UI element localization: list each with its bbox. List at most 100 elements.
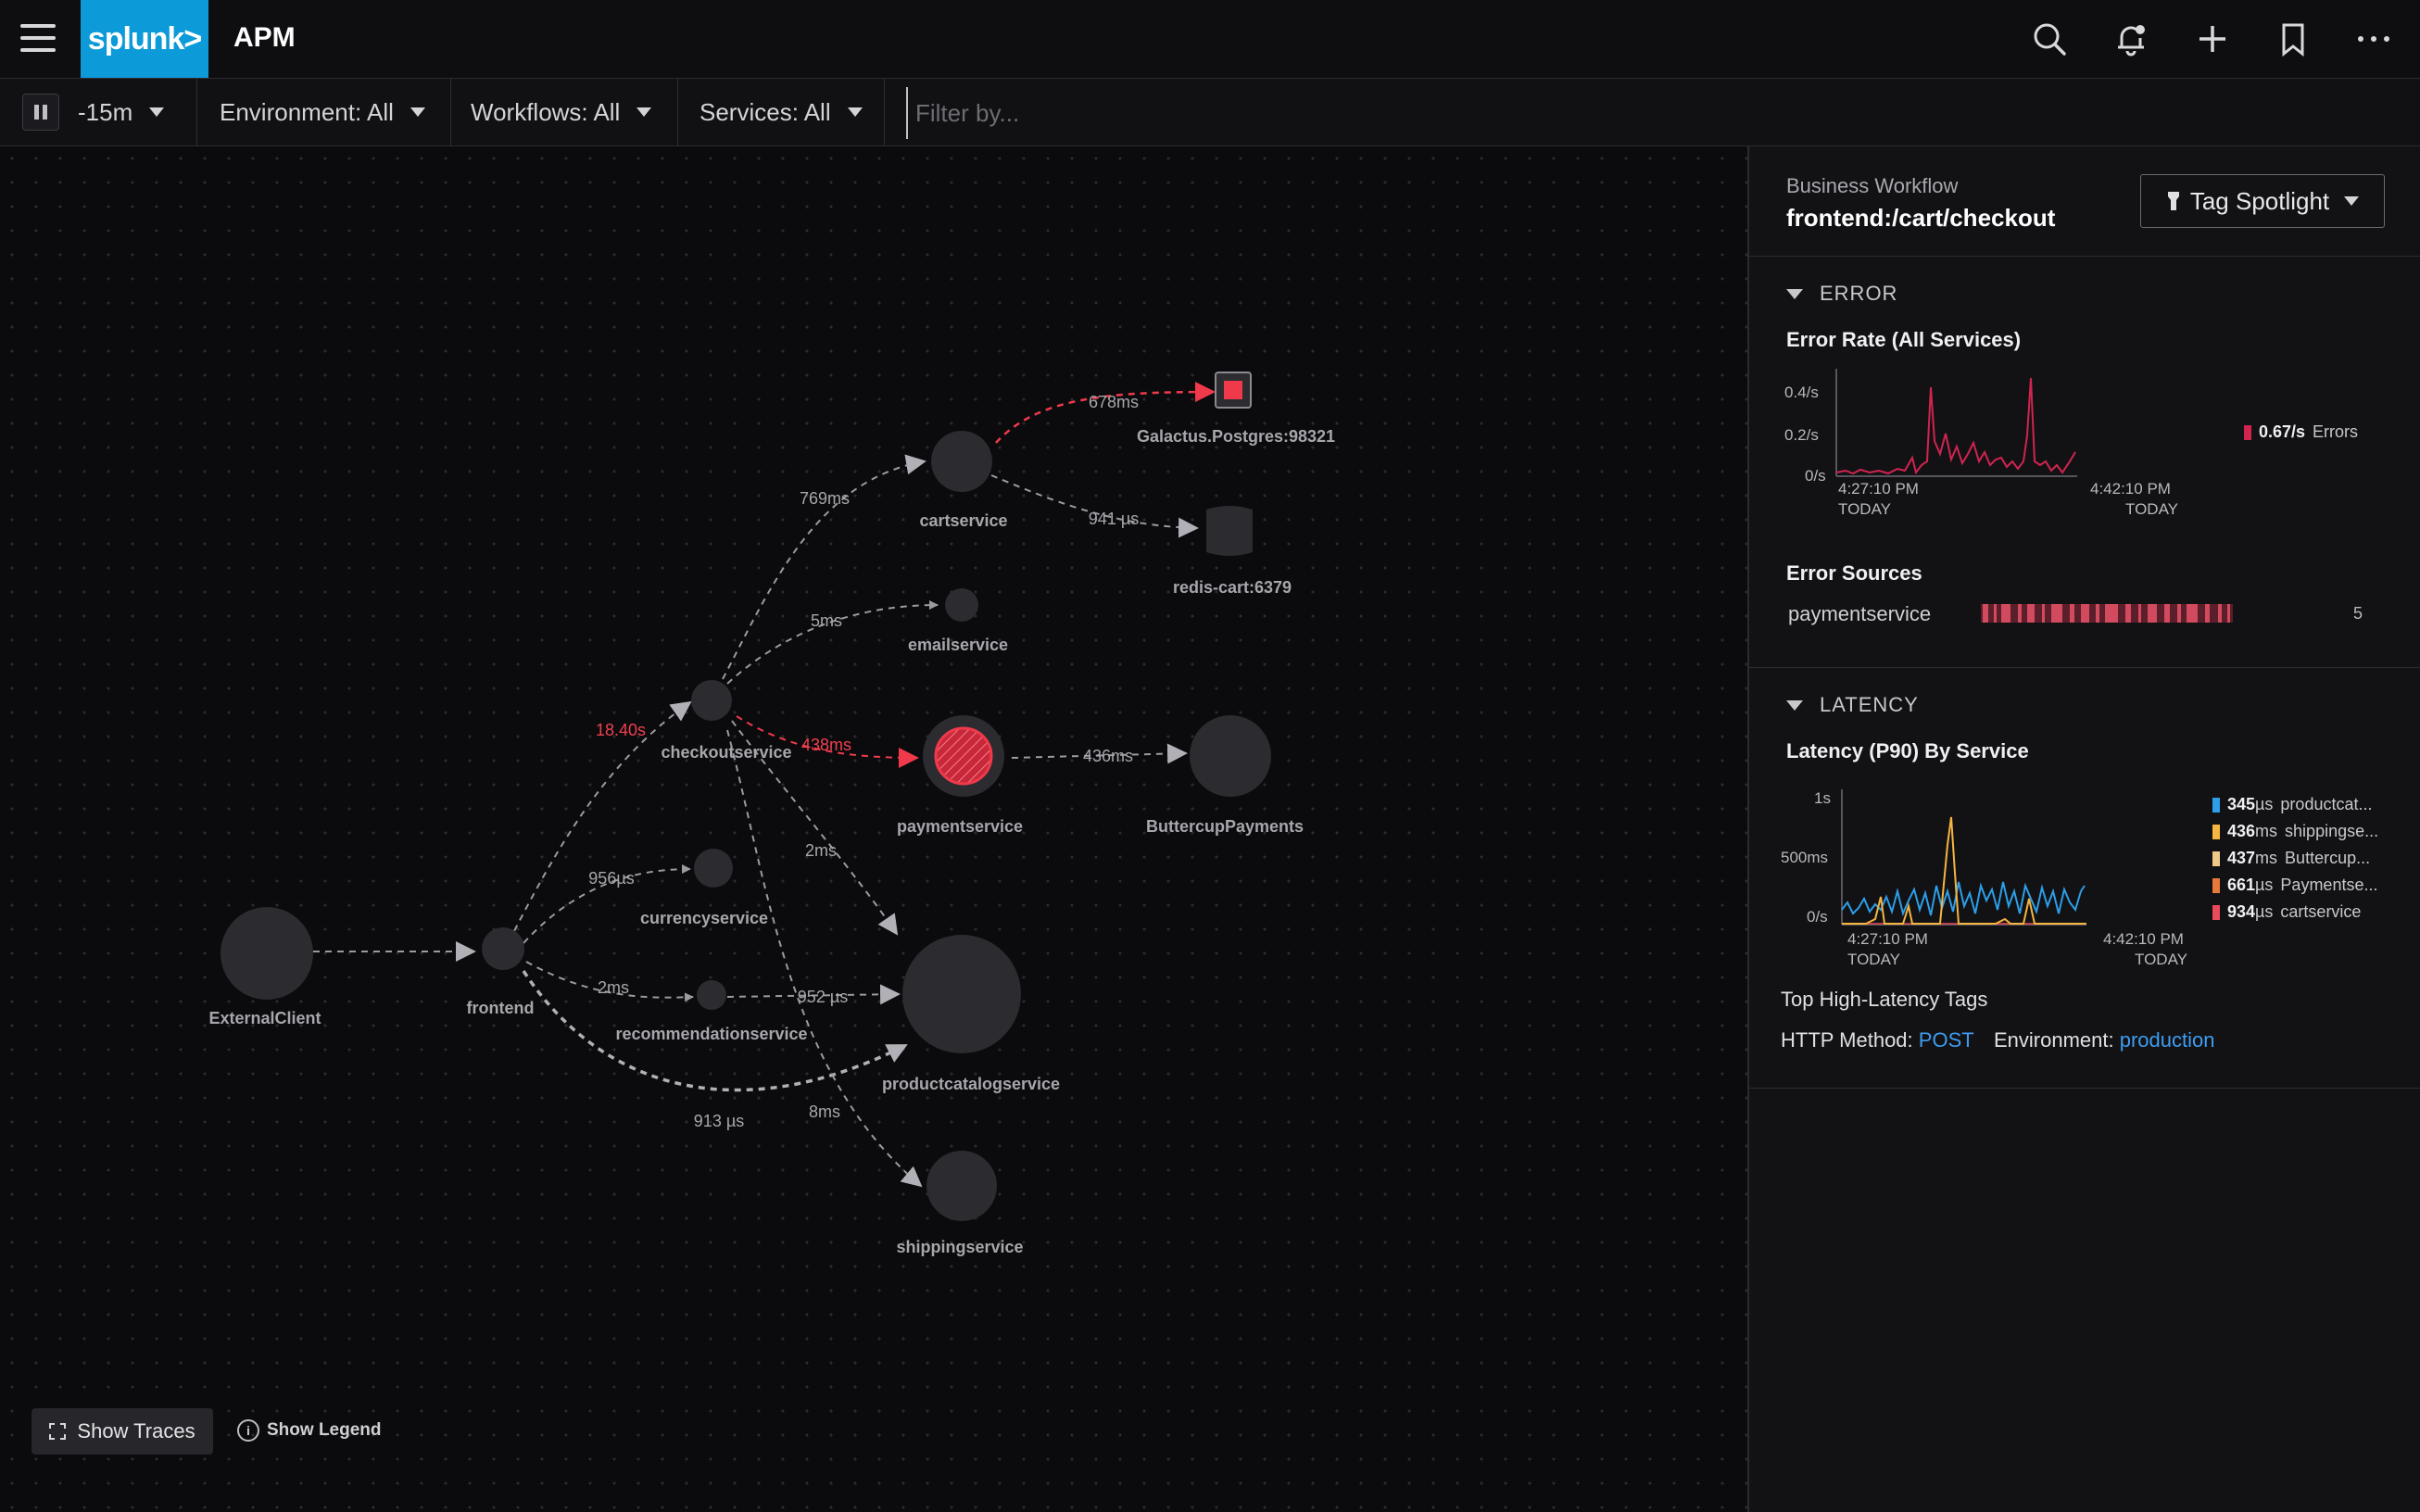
services-label: Services: All: [700, 97, 831, 126]
edge-label-frontend-recommendation: 2ms: [598, 978, 629, 997]
node-productcatalogservice[interactable]: [902, 935, 1021, 1053]
node-redis[interactable]: [1206, 506, 1253, 556]
workflow-label: Business Workflow: [1786, 174, 1959, 197]
error-y-tick: 0/s: [1805, 467, 1826, 485]
node-label-emailservice: emailservice: [908, 636, 1008, 654]
section-divider: [1749, 667, 2420, 668]
tag-http-method[interactable]: HTTP Method: POST: [1781, 1028, 1974, 1052]
legend-unit: µs: [2255, 902, 2274, 921]
node-externalclient[interactable]: [221, 907, 313, 1000]
splunk-logo[interactable]: splunk>: [81, 0, 208, 78]
edge-label-frontend-catalog: 913 µs: [694, 1112, 744, 1130]
chevron-down-icon: [847, 107, 863, 117]
error-heading: ERROR: [1820, 282, 1898, 305]
error-rate-chart[interactable]: [1833, 369, 2083, 480]
tag-value-link[interactable]: production: [2120, 1028, 2215, 1052]
filter-input[interactable]: [906, 87, 1844, 139]
latency-heading: LATENCY: [1820, 693, 1919, 716]
details-panel: Business Workflow frontend:/cart/checkou…: [1747, 146, 2420, 1512]
node-recommendationservice[interactable]: [697, 980, 726, 1010]
flashlight-icon: [2167, 192, 2179, 210]
legend-value: 436: [2227, 822, 2256, 840]
latency-title: Latency (P90) By Service: [1786, 739, 2029, 762]
node-label-shippingservice: shippingservice: [896, 1238, 1023, 1256]
node-frontend[interactable]: [482, 927, 524, 970]
add-icon[interactable]: [2192, 19, 2233, 59]
tag-value-link[interactable]: POST: [1919, 1028, 1974, 1052]
edge-label-frontend-checkout: 18.40s: [596, 721, 646, 739]
error-source-name[interactable]: paymentservice: [1788, 602, 1931, 626]
more-options-icon[interactable]: [2353, 19, 2394, 59]
error-source-bar[interactable]: [1981, 604, 2233, 623]
tag-label: Environment:: [1994, 1028, 2114, 1052]
menu-icon[interactable]: [20, 20, 59, 56]
app-title: APM: [233, 22, 296, 53]
services-dropdown[interactable]: Services: All: [679, 79, 885, 145]
legend-name: Paymentse...: [2280, 876, 2378, 894]
workflow-value: frontend:/cart/checkout: [1786, 204, 2056, 232]
panel-header: Business Workflow frontend:/cart/checkou…: [1749, 146, 2420, 257]
error-x-sub: TODAY: [2125, 500, 2178, 518]
node-checkoutservice[interactable]: [691, 680, 732, 721]
node-label-checkoutservice: checkoutservice: [661, 743, 791, 762]
node-galactus[interactable]: [1215, 372, 1252, 409]
time-range-selector[interactable]: -15m: [0, 79, 197, 145]
legend-swatch: [2212, 850, 2220, 866]
error-section-toggle[interactable]: ERROR: [1786, 282, 1897, 306]
node-currencyservice[interactable]: [694, 849, 733, 888]
node-label-paymentservice: paymentservice: [897, 817, 1023, 836]
show-legend-button[interactable]: i Show Legend: [237, 1419, 382, 1442]
latency-legend-item[interactable]: 934µs cartservice: [2212, 902, 2361, 922]
legend-value: 661: [2227, 876, 2256, 894]
service-map[interactable]: 678ms 941 µs 769ms 5ms 18.40s 438ms 436m…: [0, 146, 1747, 1512]
legend-name: Buttercup...: [2285, 849, 2371, 867]
latency-legend-item[interactable]: 661µs Paymentse...: [2212, 876, 2377, 895]
legend-name: productcat...: [2280, 795, 2373, 813]
node-label-externalclient: ExternalClient: [208, 1009, 321, 1027]
error-x-start: 4:27:10 PM: [1838, 480, 1919, 498]
error-legend-name: Errors: [2313, 422, 2359, 441]
edge-label-checkout-payment: 438ms: [801, 736, 851, 754]
legend-value: 437: [2227, 849, 2256, 867]
tag-spotlight-label: Tag Spotlight: [2189, 186, 2330, 215]
notification-bell-icon[interactable]: [2111, 19, 2151, 59]
search-icon[interactable]: [2029, 19, 2070, 59]
latency-legend-item[interactable]: 345µs productcat...: [2212, 795, 2372, 814]
latency-x-sub: TODAY: [2135, 951, 2187, 968]
edge-label-payment-buttercup: 436ms: [1083, 747, 1133, 765]
tag-environment[interactable]: Environment: production: [1994, 1028, 2215, 1052]
latency-section-toggle[interactable]: LATENCY: [1786, 693, 1919, 717]
tag-spotlight-button[interactable]: Tag Spotlight: [2140, 174, 2385, 228]
show-legend-label: Show Legend: [267, 1420, 382, 1440]
node-emailservice[interactable]: [945, 588, 978, 622]
environment-label: Environment: All: [220, 97, 394, 126]
node-label-buttercup: ButtercupPayments: [1146, 817, 1304, 836]
error-y-tick: 0.4/s: [1784, 384, 1819, 401]
legend-swatch: [2212, 824, 2220, 839]
node-label-galactus: Galactus.Postgres:98321: [1137, 427, 1335, 446]
node-shippingservice[interactable]: [926, 1151, 997, 1221]
edge-label-cart-redis: 941 µs: [1089, 510, 1139, 528]
pause-icon[interactable]: [22, 94, 59, 131]
workflows-dropdown[interactable]: Workflows: All: [452, 79, 678, 145]
latency-legend-item[interactable]: 437ms Buttercup...: [2212, 849, 2370, 868]
node-label-frontend: frontend: [467, 999, 535, 1017]
top-bar: splunk> APM: [0, 0, 2420, 79]
node-buttercup[interactable]: [1190, 715, 1271, 797]
edge-label-checkout-shipping: 8ms: [809, 1102, 840, 1121]
legend-swatch: [2244, 424, 2251, 440]
bookmark-icon[interactable]: [2273, 19, 2313, 59]
show-traces-button[interactable]: Show Traces: [32, 1408, 213, 1455]
node-paymentservice[interactable]: [923, 715, 1004, 797]
legend-value: 934: [2227, 902, 2256, 921]
latency-chart[interactable]: [1838, 789, 2090, 928]
node-cartservice[interactable]: [931, 431, 992, 492]
error-legend: 0.67/s Errors: [2244, 422, 2358, 442]
environment-dropdown[interactable]: Environment: All: [197, 79, 451, 145]
expand-icon: [49, 1423, 67, 1440]
latency-legend-item[interactable]: 436ms shippingse...: [2212, 822, 2378, 841]
error-sources-title: Error Sources: [1786, 561, 1922, 585]
legend-swatch: [2212, 877, 2220, 893]
error-y-tick: 0.2/s: [1784, 426, 1819, 444]
edge-label-recommendation-catalog: 952 µs: [798, 988, 848, 1006]
